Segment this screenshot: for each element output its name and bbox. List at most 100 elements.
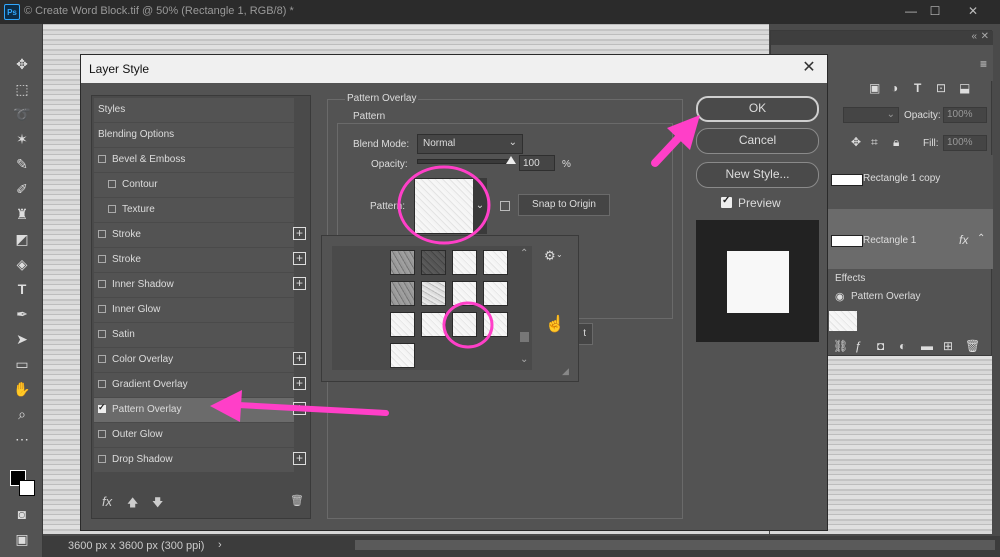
opacity-slider-handle[interactable] bbox=[506, 156, 516, 164]
new-style-button[interactable]: New Style... bbox=[696, 162, 819, 188]
style-item-satin[interactable]: Satin bbox=[94, 323, 294, 347]
pattern-swatch[interactable] bbox=[390, 250, 415, 275]
image-filter-icon[interactable]: ▣ bbox=[869, 81, 880, 95]
add-mask-icon[interactable]: ◘ bbox=[877, 339, 884, 353]
add-effect-instance-icon[interactable]: + bbox=[293, 402, 306, 415]
style-item-drop-shadow[interactable]: Drop Shadow + bbox=[94, 448, 306, 472]
magic-wand-tool-icon[interactable]: ✶ bbox=[12, 129, 32, 149]
new-layer-icon[interactable]: ⊞ bbox=[943, 339, 953, 353]
panel-close-icon[interactable]: ✕ bbox=[981, 31, 989, 42]
add-style-icon[interactable]: ƒ bbox=[855, 339, 862, 353]
zoom-tool-icon[interactable]: ⌕ bbox=[12, 404, 32, 424]
style-checkbox[interactable] bbox=[98, 230, 106, 238]
type-tool-icon[interactable]: T bbox=[12, 279, 32, 299]
style-checkbox[interactable] bbox=[98, 280, 106, 288]
blend-mode-select[interactable]: Normal ⌄ bbox=[417, 134, 523, 154]
brush-tool-icon[interactable]: ✐ bbox=[12, 179, 32, 199]
style-item-gradient-overlay[interactable]: Gradient Overlay + bbox=[94, 373, 306, 397]
pattern-swatch[interactable] bbox=[390, 343, 415, 368]
hand-tool-icon[interactable]: ✋ bbox=[12, 379, 32, 399]
blend-mode-select[interactable]: ⌄ bbox=[843, 107, 899, 123]
new-group-icon[interactable]: ▬ bbox=[921, 339, 933, 353]
panel-menu-icon[interactable]: ≡ bbox=[980, 57, 987, 71]
expand-effects-icon[interactable]: ⌃ bbox=[977, 233, 985, 244]
background-color-swatch[interactable] bbox=[19, 480, 35, 496]
dialog-close-button[interactable]: ✕ bbox=[799, 58, 819, 78]
delete-effect-icon[interactable]: 🗑︎ bbox=[290, 494, 304, 507]
scroll-down-icon[interactable]: ⌄ bbox=[520, 354, 528, 365]
add-effect-instance-icon[interactable]: + bbox=[293, 377, 306, 390]
scroll-up-icon[interactable]: ⌃ bbox=[520, 248, 528, 259]
scroll-thumb[interactable] bbox=[520, 332, 529, 342]
style-item-styles[interactable]: Styles bbox=[94, 98, 294, 122]
opacity-slider[interactable] bbox=[417, 159, 513, 164]
popup-scrollbar[interactable]: ⌃ ⌄ bbox=[518, 246, 531, 370]
style-checkbox[interactable] bbox=[98, 255, 106, 263]
lock-position-icon[interactable]: ✥ bbox=[851, 135, 861, 149]
add-effect-instance-icon[interactable]: + bbox=[293, 252, 306, 265]
path-selection-tool-icon[interactable]: ➤ bbox=[12, 329, 32, 349]
fx-menu-icon[interactable]: fx bbox=[102, 494, 112, 509]
fx-badge-icon[interactable]: fx bbox=[959, 233, 968, 247]
style-checkbox[interactable] bbox=[98, 430, 106, 438]
lock-all-icon[interactable]: 🔒︎ bbox=[893, 135, 899, 150]
screen-mode-icon[interactable]: ▣ bbox=[12, 529, 32, 549]
fill-field[interactable]: 100% bbox=[943, 135, 987, 151]
style-checkbox[interactable] bbox=[108, 205, 116, 213]
style-item-stroke[interactable]: Stroke + bbox=[94, 248, 306, 272]
style-item-pattern-overlay[interactable]: Pattern Overlay + bbox=[94, 398, 306, 422]
pattern-swatch[interactable] bbox=[421, 250, 446, 275]
pattern-swatch[interactable] bbox=[421, 312, 446, 337]
delete-layer-icon[interactable]: 🗑︎ bbox=[965, 339, 980, 353]
add-effect-instance-icon[interactable]: + bbox=[293, 277, 306, 290]
style-checkbox[interactable] bbox=[98, 455, 106, 463]
style-item-blending-options[interactable]: Blending Options bbox=[94, 123, 294, 147]
ok-button[interactable]: OK bbox=[696, 96, 819, 122]
gear-chevron-icon[interactable]: ⌄ bbox=[556, 250, 563, 259]
lock-artboard-icon[interactable]: ⌗ bbox=[871, 135, 878, 150]
resize-grip-icon[interactable]: ◢ bbox=[562, 366, 569, 377]
pattern-swatch[interactable] bbox=[421, 281, 446, 306]
style-checkbox[interactable] bbox=[108, 180, 116, 188]
pen-tool-icon[interactable]: ✒ bbox=[12, 304, 32, 324]
visibility-eye-icon[interactable]: ◉ bbox=[835, 290, 845, 303]
pattern-swatch[interactable] bbox=[483, 281, 508, 306]
minimize-button[interactable]: — bbox=[900, 3, 922, 19]
pattern-swatch[interactable] bbox=[390, 312, 415, 337]
status-chevron-icon[interactable]: › bbox=[218, 539, 222, 551]
style-checkbox[interactable] bbox=[98, 402, 106, 413]
smart-object-filter-icon[interactable]: ⬓ bbox=[959, 81, 970, 95]
style-item-bevel-emboss[interactable]: Bevel & Emboss bbox=[94, 148, 294, 172]
style-item-color-overlay[interactable]: Color Overlay + bbox=[94, 348, 306, 372]
style-item-inner-glow[interactable]: Inner Glow bbox=[94, 298, 294, 322]
link-layers-icon[interactable]: ⛓ bbox=[833, 339, 848, 353]
adjustment-filter-icon[interactable]: ◑ bbox=[891, 81, 898, 95]
document-tab[interactable]: © Create Word Block.tif @ 50% (Rectangle… bbox=[24, 5, 294, 17]
style-item-outer-glow[interactable]: Outer Glow bbox=[94, 423, 294, 447]
eraser-tool-icon[interactable]: ◩ bbox=[12, 229, 32, 249]
pattern-picker-chevron-icon[interactable]: ⌄ bbox=[473, 178, 487, 234]
style-checkbox[interactable] bbox=[98, 305, 106, 313]
type-filter-icon[interactable]: T bbox=[914, 81, 921, 95]
preview-checkbox[interactable] bbox=[721, 195, 732, 208]
maximize-button[interactable]: ☐ bbox=[924, 3, 946, 19]
add-effect-instance-icon[interactable]: + bbox=[293, 227, 306, 240]
marquee-tool-icon[interactable]: ⬚ bbox=[12, 79, 32, 99]
stamp-tool-icon[interactable]: ♜ bbox=[12, 204, 32, 224]
shape-filter-icon[interactable]: ⊡ bbox=[936, 81, 946, 95]
cancel-button[interactable]: Cancel bbox=[696, 128, 819, 154]
style-item-inner-shadow[interactable]: Inner Shadow + bbox=[94, 273, 306, 297]
pattern-picker-swatch[interactable] bbox=[414, 178, 474, 234]
pattern-swatch[interactable] bbox=[452, 250, 477, 275]
style-checkbox[interactable] bbox=[98, 380, 106, 388]
move-down-icon[interactable]: 🡇 bbox=[152, 494, 163, 513]
new-preset-icon[interactable] bbox=[500, 201, 510, 211]
pattern-swatch[interactable] bbox=[452, 281, 477, 306]
pattern-swatch[interactable] bbox=[452, 312, 477, 337]
opacity-field[interactable]: 100% bbox=[943, 107, 987, 123]
add-effect-instance-icon[interactable]: + bbox=[293, 452, 306, 465]
collapse-icon[interactable]: « bbox=[971, 31, 977, 42]
more-tools-icon[interactable]: ⋯ bbox=[12, 429, 32, 449]
opacity-field[interactable]: 100 bbox=[519, 155, 555, 171]
lasso-tool-icon[interactable]: ➰ bbox=[12, 104, 32, 124]
